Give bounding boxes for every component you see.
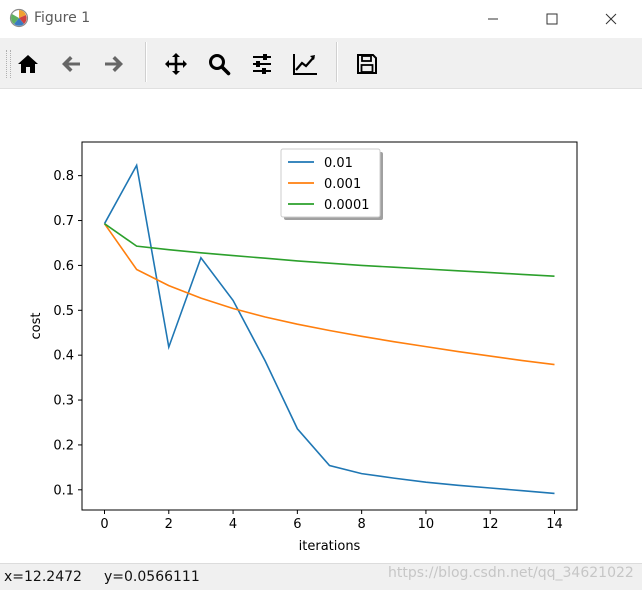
figure-canvas[interactable]: 0 2 4 6 8 10 12 14 0.1 0.2 0.3 0.4 0.5 0.6 0.7 0.8 itera… [0, 89, 642, 563]
line-chart: 0 2 4 6 8 10 12 14 0.1 0.2 0.3 0.4 0.5 0.6 0.7 0.8 itera… [29, 141, 578, 554]
y-tick-label: 0.3 [53, 394, 74, 409]
home-button[interactable] [12, 48, 44, 80]
legend: 0.01 0.001 0.0001 [280, 148, 383, 220]
x-tick-label: 6 [293, 517, 301, 532]
cursor-x-readout: x=12.2472 [4, 569, 82, 585]
edit-axis-button[interactable] [289, 48, 321, 80]
close-button[interactable] [588, 0, 634, 38]
toolbar-separator-highlight [146, 42, 147, 82]
x-tick-label: 0 [100, 517, 108, 532]
forward-arrow-icon [105, 56, 123, 72]
navigation-toolbar [0, 38, 642, 89]
zoom-button[interactable] [203, 48, 235, 80]
y-tick-label: 0.4 [53, 349, 74, 364]
toolbar-grip[interactable] [6, 50, 11, 78]
forward-button[interactable] [98, 48, 130, 80]
cursor-y-readout: y=0.0566111 [104, 569, 200, 585]
configure-subplots-icon [253, 54, 271, 74]
close-icon [605, 13, 617, 25]
y-tick-label: 0.5 [53, 304, 74, 319]
legend-label-2: 0.0001 [324, 198, 370, 213]
minimize-button[interactable] [470, 0, 516, 38]
y-tick-label: 0.7 [53, 214, 74, 229]
pan-button[interactable] [160, 48, 192, 80]
y-axis-label: cost [29, 313, 44, 340]
edit-axis-icon [293, 54, 317, 75]
x-tick-label: 8 [358, 517, 366, 532]
y-tick-label: 0.6 [53, 259, 74, 274]
home-icon [18, 55, 38, 73]
configure-subplots-button[interactable] [246, 48, 278, 80]
toolbar-separator-highlight [337, 42, 338, 82]
zoom-icon [209, 54, 231, 76]
back-arrow-icon [62, 56, 80, 72]
matplotlib-logo-icon [9, 8, 29, 28]
watermark-text: https://blog.csdn.net/qq_34621022 [388, 565, 634, 581]
x-tick-label: 4 [229, 517, 237, 532]
x-tick-label: 12 [482, 517, 499, 532]
back-button[interactable] [55, 48, 87, 80]
legend-label-1: 0.001 [324, 177, 361, 192]
title-bar: Figure 1 [0, 0, 642, 38]
pan-icon [165, 53, 187, 75]
x-axis-label: iterations [299, 539, 361, 554]
minimize-icon [488, 18, 498, 20]
x-tick-label: 10 [418, 517, 435, 532]
legend-label-0: 0.01 [324, 156, 353, 171]
window-title: Figure 1 [34, 10, 91, 26]
x-tick-label: 2 [165, 517, 173, 532]
maximize-icon [546, 13, 558, 25]
y-tick-label: 0.8 [53, 169, 74, 184]
y-tick-label: 0.2 [53, 438, 74, 453]
maximize-button[interactable] [529, 0, 575, 38]
x-tick-label: 14 [546, 517, 563, 532]
y-tick-label: 0.1 [53, 483, 74, 498]
status-bar: x=12.2472 y=0.0566111 https://blog.csdn.… [0, 563, 642, 590]
save-button[interactable] [351, 48, 383, 80]
save-icon [357, 54, 377, 74]
